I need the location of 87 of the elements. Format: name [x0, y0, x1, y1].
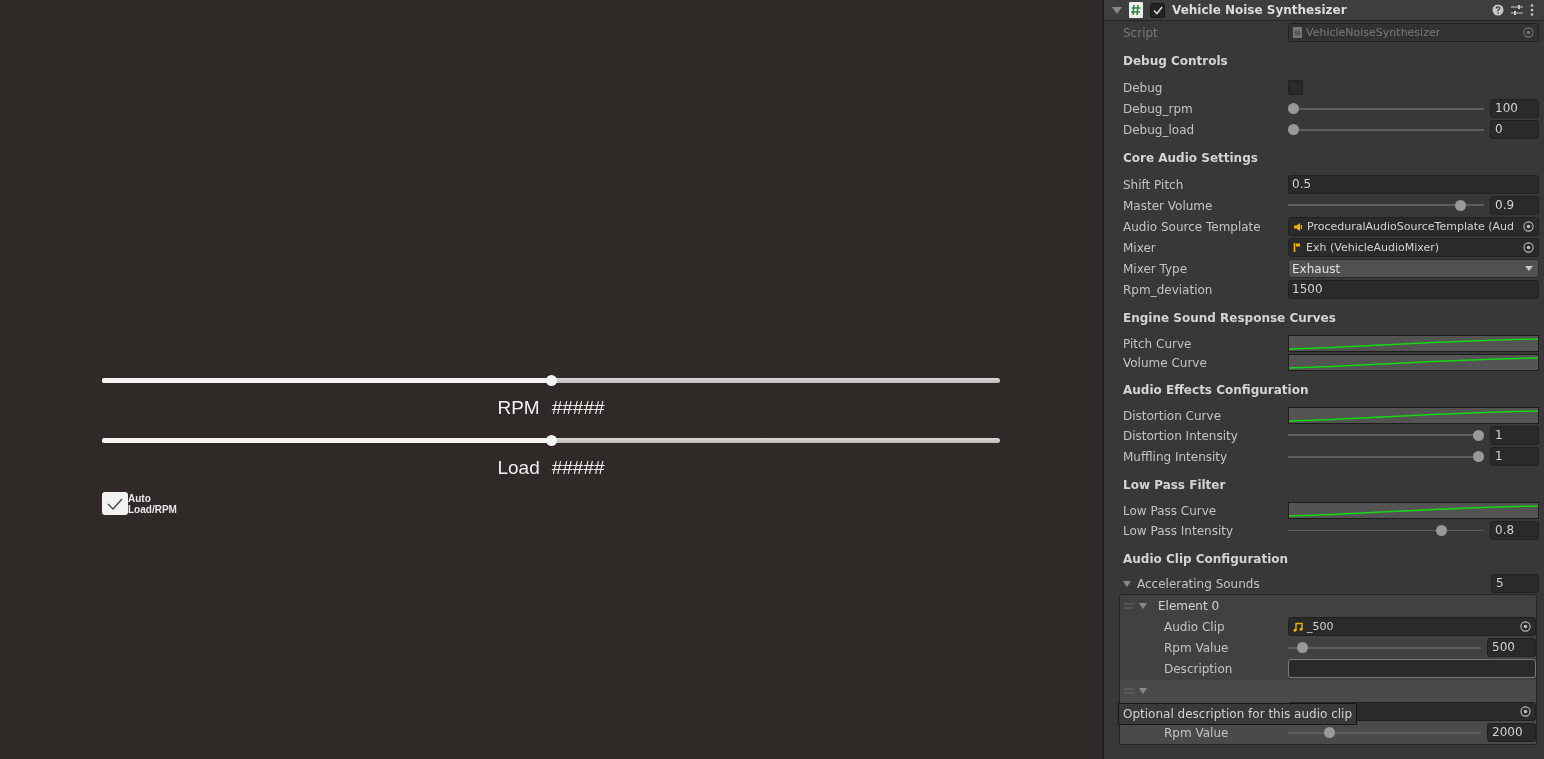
field-label: Rpm Value: [1163, 640, 1230, 655]
music-note-icon: [1293, 621, 1303, 632]
field-label: Volume Curve: [1123, 355, 1208, 370]
slider-thumb[interactable]: [1436, 525, 1447, 536]
caret-icon: [1525, 266, 1533, 271]
slider-label: RPM: [497, 396, 540, 420]
help-icon[interactable]: [1492, 4, 1504, 16]
section-heading: Audio Effects Configuration: [1123, 382, 1310, 399]
field-label: Rpm_deviation: [1123, 282, 1214, 297]
section-heading: Debug Controls: [1123, 53, 1229, 70]
script-file-icon: [1293, 27, 1302, 38]
slider-value: #####: [551, 456, 605, 480]
more-menu-icon[interactable]: [1530, 4, 1534, 16]
array-size-field[interactable]: 5: [1491, 574, 1539, 593]
text-field[interactable]: 0.5: [1288, 175, 1539, 194]
field-label: Distortion Intensity: [1123, 428, 1239, 443]
object-field[interactable]: Exh (VehicleAudioMixer): [1288, 238, 1539, 257]
field-label: Debug: [1123, 80, 1164, 95]
field-label: Mixer: [1123, 240, 1157, 255]
field-label: Description: [1163, 661, 1234, 676]
settings-icon[interactable]: [1511, 4, 1523, 16]
field-label: Audio Source Template: [1123, 219, 1262, 234]
element-label: Element 0: [1158, 598, 1220, 613]
section-heading: Engine Sound Response Curves: [1123, 310, 1337, 327]
mixer-icon: [1293, 242, 1302, 253]
speaker-icon: [1293, 221, 1303, 232]
field-label: Muffling Intensity: [1123, 449, 1229, 464]
slider-thumb[interactable]: [1454, 200, 1466, 211]
number-field[interactable]: 1: [1490, 447, 1539, 466]
checkbox-label: Auto Load/RPM: [128, 493, 178, 515]
slider[interactable]: [102, 435, 1000, 446]
curve-field[interactable]: [1288, 407, 1539, 424]
field-label: Low Pass Curve: [1123, 503, 1218, 518]
number-field[interactable]: 0: [1490, 120, 1539, 139]
foldout-triangle-icon[interactable]: [1139, 602, 1147, 609]
slider-thumb[interactable]: [1297, 642, 1309, 653]
target-icon[interactable]: [1523, 221, 1534, 232]
slider[interactable]: [102, 375, 1000, 386]
foldout-triangle-icon[interactable]: [1123, 580, 1131, 587]
object-field[interactable]: ProceduralAudioSourceTemplate (Aud: [1288, 217, 1539, 236]
field-label: Debug_load: [1123, 122, 1196, 137]
list-label: Accelerating Sounds: [1137, 576, 1260, 591]
number-field[interactable]: 0.9: [1490, 196, 1539, 215]
field-label: Shift Pitch: [1123, 177, 1185, 192]
target-icon[interactable]: [1520, 621, 1531, 632]
target-icon[interactable]: [1520, 706, 1531, 717]
foldout-triangle-icon[interactable]: [1139, 687, 1147, 694]
field-label: Debug_rpm: [1123, 101, 1194, 116]
tooltip: Optional description for this audio clip: [1118, 703, 1358, 725]
curve-field[interactable]: [1288, 335, 1539, 352]
foldout-triangle-icon[interactable]: [1112, 6, 1122, 14]
slider-thumb[interactable]: [1288, 103, 1299, 114]
curve-field[interactable]: [1288, 354, 1539, 371]
section-heading: Low Pass Filter: [1123, 477, 1227, 494]
section-heading: Core Audio Settings: [1123, 150, 1259, 167]
text-field[interactable]: 1500: [1288, 280, 1539, 299]
checkbox[interactable]: [102, 492, 128, 515]
curve-field[interactable]: [1288, 502, 1539, 519]
field-label: Audio Clip: [1163, 619, 1226, 634]
number-field[interactable]: 100: [1490, 99, 1539, 118]
field-label: Mixer Type: [1123, 261, 1189, 276]
field-label: Low Pass Intensity: [1123, 523, 1235, 538]
slider-thumb[interactable]: [1324, 727, 1336, 738]
field-label: Master Volume: [1123, 198, 1214, 213]
number-field[interactable]: 0.8: [1490, 521, 1539, 540]
dropdown[interactable]: Exhaust: [1288, 259, 1539, 278]
slider-thumb[interactable]: [1473, 430, 1484, 441]
component-title: Vehicle Noise Synthesizer: [1172, 3, 1347, 17]
enabled-checkbox[interactable]: [1150, 2, 1165, 18]
checkbox[interactable]: [1288, 80, 1303, 95]
slider-value: #####: [551, 396, 605, 420]
field-label: Script: [1123, 25, 1159, 40]
field-label: Rpm Value: [1163, 725, 1230, 740]
target-icon[interactable]: [1523, 242, 1534, 253]
field-label: Pitch Curve: [1123, 336, 1193, 351]
field-label: Distortion Curve: [1123, 408, 1222, 423]
number-field[interactable]: 500: [1487, 638, 1536, 657]
text-field[interactable]: [1288, 659, 1536, 678]
script-icon: [1129, 2, 1143, 18]
object-field[interactable]: _500: [1288, 617, 1536, 636]
slider-thumb[interactable]: [1473, 451, 1484, 462]
slider-thumb[interactable]: [1288, 124, 1299, 135]
slider-label: Load: [497, 456, 540, 480]
section-heading: Audio Clip Configuration: [1123, 551, 1290, 568]
number-field[interactable]: 1: [1490, 426, 1539, 445]
number-field[interactable]: 2000: [1487, 723, 1536, 742]
checkmark-icon: [107, 497, 123, 510]
